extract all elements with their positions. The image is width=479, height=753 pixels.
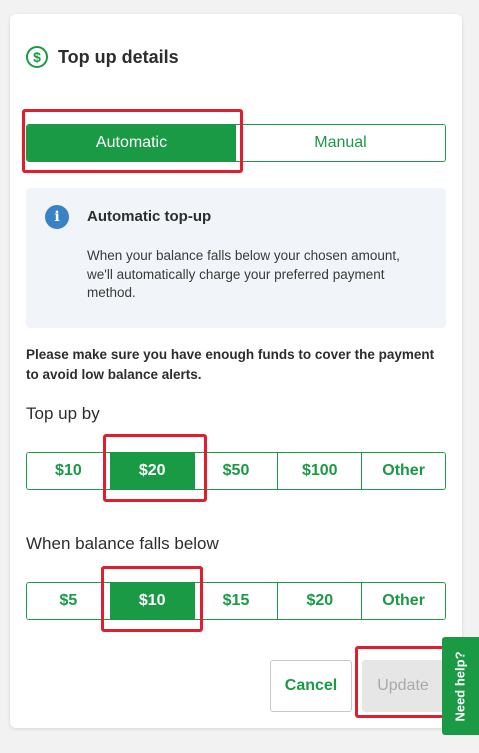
mode-toggle: Automatic Manual xyxy=(26,124,446,162)
dollar-circle-icon: $ xyxy=(26,46,48,68)
threshold-option-10[interactable]: $10 xyxy=(110,583,195,619)
update-button[interactable]: Update xyxy=(362,660,444,712)
threshold-options: $5 $10 $15 $20 Other xyxy=(26,582,446,620)
top-up-option-other[interactable]: Other xyxy=(362,453,445,489)
automatic-button[interactable]: Automatic xyxy=(27,125,236,161)
threshold-option-other[interactable]: Other xyxy=(362,583,445,619)
page-title: Top up details xyxy=(58,46,179,67)
info-icon: i xyxy=(45,205,69,229)
top-up-options: $10 $20 $50 $100 Other xyxy=(26,452,446,490)
threshold-label: When balance falls below xyxy=(26,534,219,553)
funds-notice: Please make sure you have enough funds t… xyxy=(26,347,435,382)
top-up-label: Top up by xyxy=(26,404,100,423)
info-box: i Automatic top-up When your balance fal… xyxy=(26,188,446,328)
top-up-option-10[interactable]: $10 xyxy=(27,453,111,489)
cancel-button[interactable]: Cancel xyxy=(270,660,352,712)
manual-button[interactable]: Manual xyxy=(236,125,445,161)
threshold-option-15[interactable]: $15 xyxy=(194,583,279,619)
top-up-option-100[interactable]: $100 xyxy=(278,453,363,489)
top-up-option-50[interactable]: $50 xyxy=(194,453,279,489)
top-up-card: $ Top up details Automatic Manual i Auto… xyxy=(10,14,462,728)
need-help-tab[interactable]: Need help? xyxy=(442,637,479,735)
threshold-option-5[interactable]: $5 xyxy=(27,583,111,619)
need-help-label: Need help? xyxy=(453,650,469,722)
top-up-option-20[interactable]: $20 xyxy=(110,453,195,489)
card-header: $ Top up details xyxy=(26,46,179,68)
info-title: Automatic top-up xyxy=(87,208,212,225)
threshold-option-20[interactable]: $20 xyxy=(278,583,363,619)
info-body: When your balance falls below your chose… xyxy=(87,248,400,300)
